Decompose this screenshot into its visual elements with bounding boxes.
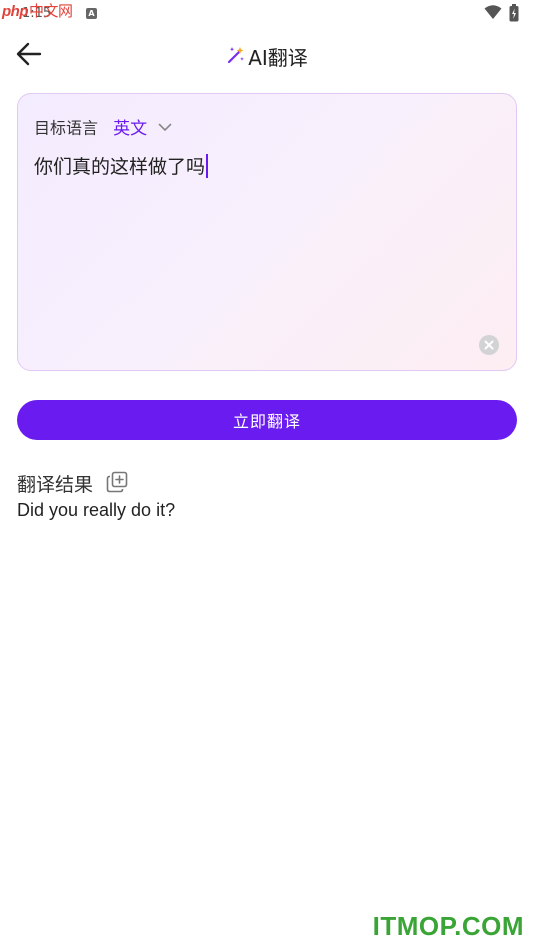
target-language-select[interactable]: 英文: [113, 114, 172, 139]
magic-wand-icon: [226, 45, 246, 69]
wifi-icon: [484, 4, 502, 24]
result-title: 翻译结果: [17, 474, 94, 496]
result-text: Did you really do it?: [17, 500, 176, 520]
target-language-row: 目标语言 英文: [34, 114, 172, 139]
text-caret: [206, 154, 209, 178]
input-card: 目标语言 英文 你们真的这样做了吗: [17, 93, 517, 371]
translate-now-button[interactable]: 立即翻译: [17, 400, 517, 440]
result-header: 翻译结果: [17, 470, 128, 496]
top-bar: AI翻译: [0, 30, 534, 78]
chevron-down-icon: [158, 117, 172, 136]
php-logo-text: php: [2, 3, 29, 20]
target-language-label: 目标语言: [34, 118, 99, 138]
clear-button[interactable]: [479, 335, 499, 355]
a-badge-icon: A: [86, 8, 97, 19]
page-title: AI翻译: [248, 46, 308, 70]
target-language-value: 英文: [113, 119, 148, 139]
copy-button[interactable]: [106, 471, 128, 497]
source-text: 你们真的这样做了吗: [34, 156, 206, 178]
title-wrap: AI翻译: [0, 42, 534, 71]
status-bar: 1:15 php中文网 A: [0, 0, 534, 28]
battery-icon: [509, 4, 519, 26]
itmop-watermark: ITMOP.COM: [372, 911, 524, 941]
clear-icon: [484, 340, 494, 350]
source-text-input[interactable]: 你们真的这样做了吗: [34, 152, 494, 179]
php-logo-watermark: php中文网: [2, 0, 73, 21]
copy-icon: [106, 471, 128, 492]
php-logo-cn: 中文网: [29, 3, 73, 20]
